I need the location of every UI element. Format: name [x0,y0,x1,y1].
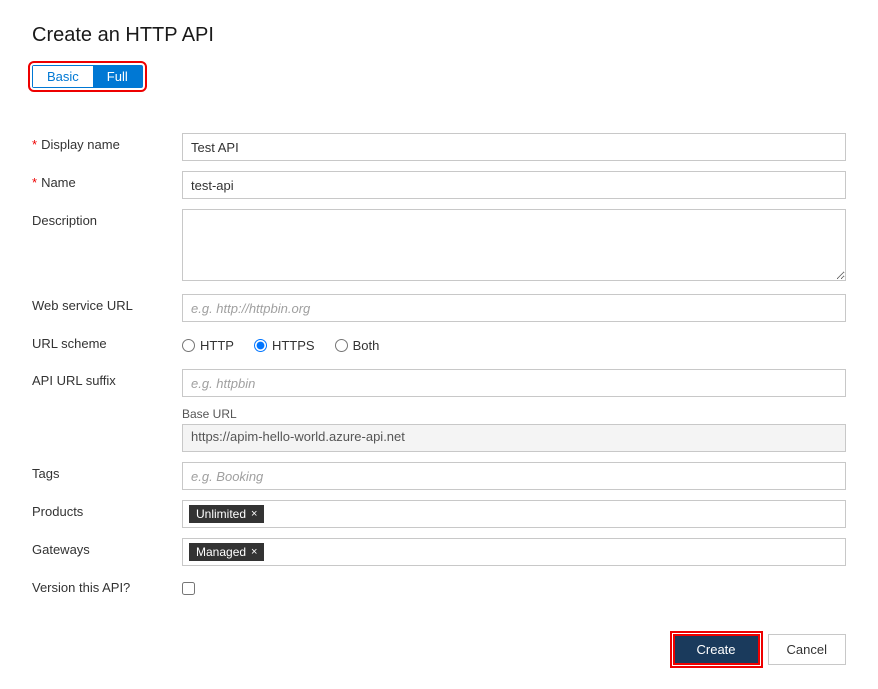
base-url-field: Base URL https://apim-hello-world.azure-… [182,402,846,457]
mode-full-button[interactable]: Full [93,66,142,87]
products-field: Unlimited × [182,495,846,533]
name-label: * Name [32,166,182,204]
display-name-input[interactable] [182,133,846,161]
url-scheme-both-radio[interactable] [335,339,348,352]
footer-buttons: Create Cancel [32,634,846,665]
products-tag-unlimited-remove[interactable]: × [251,508,257,520]
gateways-tag-managed-remove[interactable]: × [251,546,257,558]
gateways-tag-container[interactable]: Managed × [182,538,846,566]
tags-label: Tags [32,457,182,495]
description-field [182,204,846,289]
gateways-tag-managed[interactable]: Managed × [189,543,264,561]
base-url-spacer [32,402,182,457]
base-url-value: https://apim-hello-world.azure-api.net [182,424,846,452]
description-input[interactable] [182,209,846,281]
tags-input[interactable] [182,462,846,490]
mode-basic-button[interactable]: Basic [33,66,93,87]
display-name-required: * [32,136,37,154]
version-checkbox[interactable] [182,582,195,595]
base-url-label: Base URL [182,407,846,421]
products-tag-container[interactable]: Unlimited × [182,500,846,528]
gateways-field: Managed × [182,533,846,571]
products-label: Products [32,495,182,533]
display-name-label: * Display name [32,128,182,166]
cancel-button[interactable]: Cancel [768,634,846,665]
url-scheme-group: HTTP HTTPS Both [182,332,846,359]
name-input[interactable] [182,171,846,199]
name-field [182,166,846,204]
url-scheme-field: HTTP HTTPS Both [182,327,846,364]
version-label: Version this API? [32,571,182,606]
display-name-field [182,128,846,166]
web-service-url-label: Web service URL [32,289,182,327]
web-service-url-field [182,289,846,327]
url-scheme-label: URL scheme [32,327,182,364]
gateways-label: Gateways [32,533,182,571]
page-title: Create an HTTP API [32,24,846,47]
api-url-suffix-label: API URL suffix [32,364,182,402]
description-label: Description [32,204,182,289]
mode-toggle[interactable]: Basic Full [32,65,143,88]
version-field [182,571,846,606]
url-scheme-http-radio[interactable] [182,339,195,352]
form: * Display name * Name Description Web se… [32,128,846,606]
url-scheme-http-option[interactable]: HTTP [182,338,234,353]
url-scheme-https-radio[interactable] [254,339,267,352]
api-url-suffix-input[interactable] [182,369,846,397]
url-scheme-both-option[interactable]: Both [335,338,380,353]
create-button[interactable]: Create [673,634,760,665]
tags-field [182,457,846,495]
api-url-suffix-field [182,364,846,402]
name-required: * [32,174,37,192]
url-scheme-https-option[interactable]: HTTPS [254,338,315,353]
web-service-url-input[interactable] [182,294,846,322]
products-tag-unlimited[interactable]: Unlimited × [189,505,264,523]
